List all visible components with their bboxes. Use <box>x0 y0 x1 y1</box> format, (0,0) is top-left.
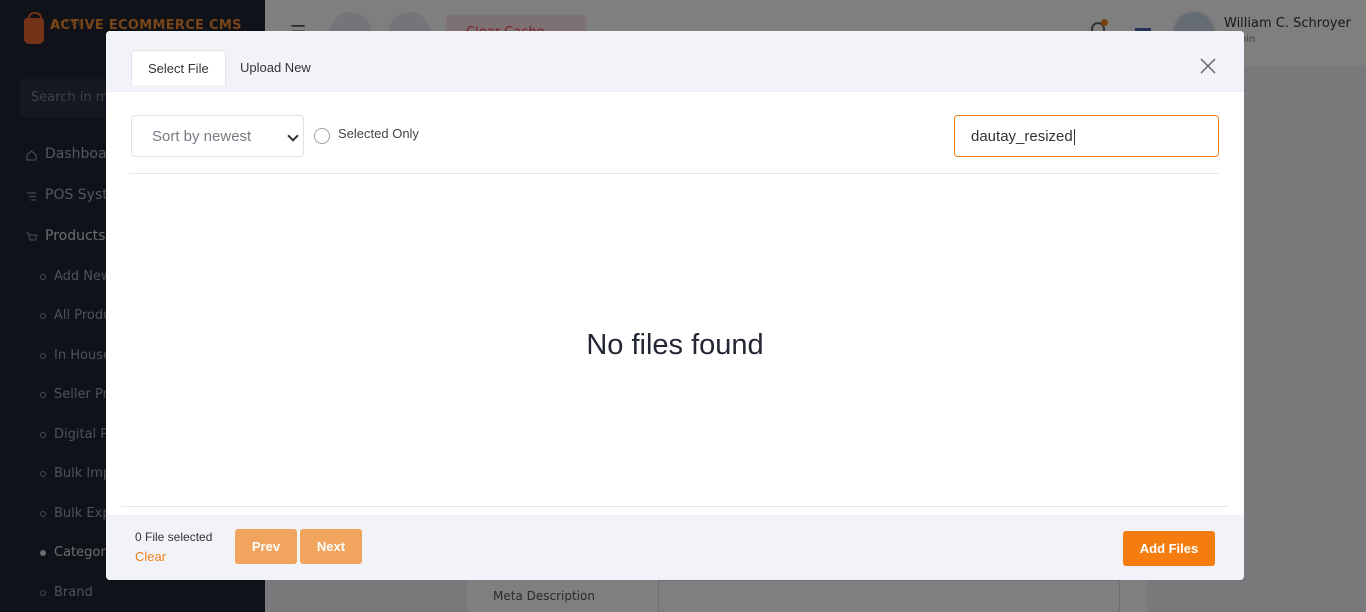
text-caret <box>1073 129 1075 146</box>
close-icon[interactable] <box>1198 56 1218 76</box>
empty-state-message: No files found <box>586 329 764 361</box>
selected-count: 0 File selected <box>135 530 213 544</box>
divider <box>121 506 1229 507</box>
modal-footer: 0 File selected Clear Prev Next Add File… <box>106 515 1244 580</box>
chevron-down-icon <box>287 130 299 142</box>
tab-upload-new[interactable]: Upload New <box>224 50 327 85</box>
divider <box>129 173 1219 174</box>
selected-only-radio[interactable] <box>314 128 330 144</box>
search-input-value: dautay_resized <box>971 128 1073 145</box>
clear-selection-link[interactable]: Clear <box>135 549 166 564</box>
sort-select[interactable]: Sort by newest <box>131 115 304 157</box>
tab-select-file[interactable]: Select File <box>131 50 226 85</box>
file-picker-modal: Select File Upload New Sort by newest Se… <box>106 31 1244 580</box>
search-input[interactable]: dautay_resized <box>954 115 1219 157</box>
modal-header: Select File Upload New <box>106 31 1244 92</box>
prev-button[interactable]: Prev <box>235 529 297 564</box>
selected-only-label: Selected Only <box>338 126 419 141</box>
sort-select-value: Sort by newest <box>152 128 252 145</box>
add-files-button[interactable]: Add Files <box>1123 531 1215 566</box>
next-button[interactable]: Next <box>300 529 362 564</box>
